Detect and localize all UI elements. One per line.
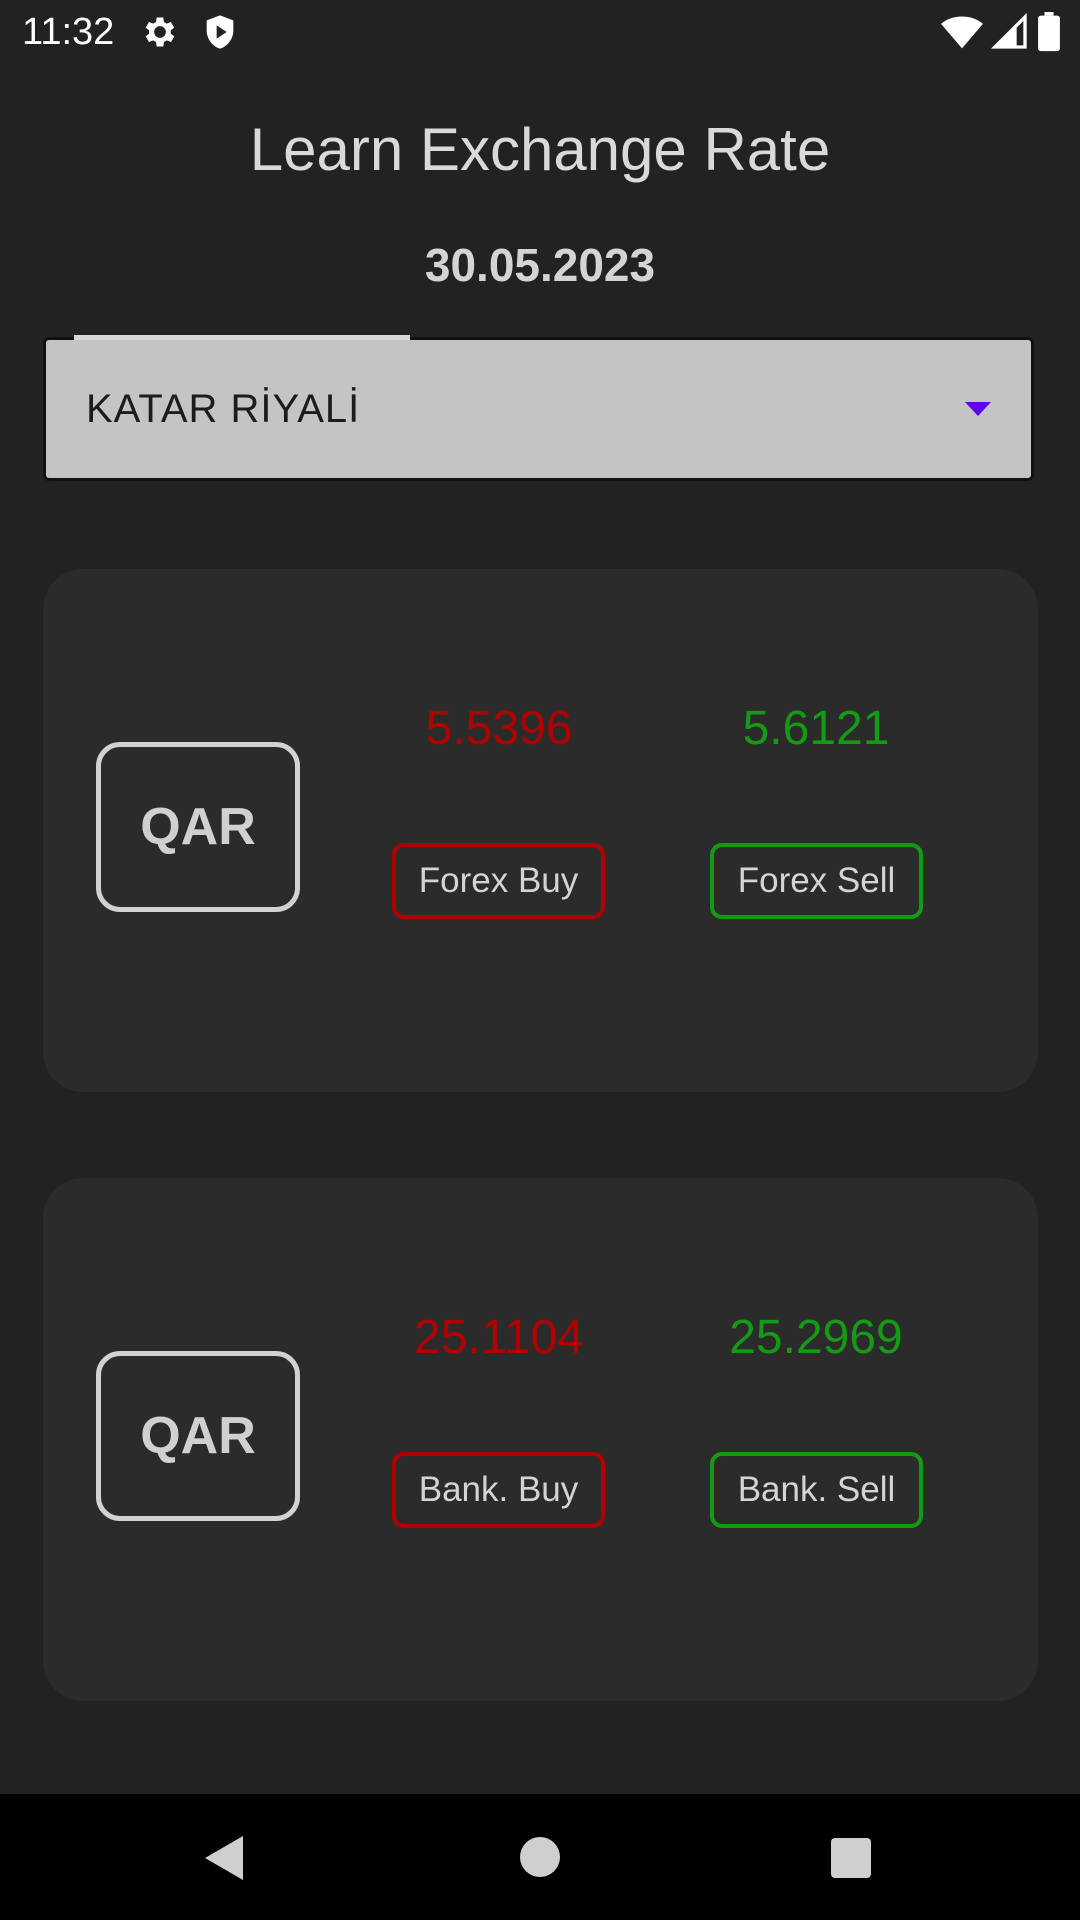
bank-sell-value: 25.2969 [729, 1311, 903, 1364]
status-bar: 11:32 [0, 0, 1080, 63]
back-icon[interactable] [205, 1836, 243, 1880]
wifi-icon [940, 12, 984, 52]
battery-icon [1036, 12, 1062, 52]
bank-currency-code: QAR [96, 1351, 300, 1521]
bank-buy-label: Bank. Buy [392, 1452, 605, 1528]
navigation-bar [0, 1794, 1080, 1920]
currency-dropdown-value: KATAR RİYALİ [86, 387, 361, 431]
forex-currency-code: QAR [96, 742, 300, 912]
recents-icon[interactable] [831, 1838, 871, 1878]
signal-icon [990, 12, 1030, 52]
home-icon[interactable] [520, 1837, 560, 1877]
currency-dropdown[interactable]: KATAR RİYALİ [43, 337, 1034, 481]
rate-date: 30.05.2023 [424, 239, 656, 291]
bank-rate-card: QAR 25.1104 25.2969 Bank. Buy Bank. Sell [43, 1178, 1038, 1701]
forex-buy-label: Forex Buy [392, 843, 605, 919]
gear-icon [140, 12, 180, 52]
forex-sell-label: Forex Sell [710, 843, 923, 919]
forex-rate-card: QAR 5.5396 5.6121 Forex Buy Forex Sell [43, 569, 1038, 1092]
shield-icon [200, 12, 240, 52]
bank-buy-value: 25.1104 [414, 1311, 584, 1364]
page-title: Learn Exchange Rate [249, 116, 831, 183]
forex-buy-value: 5.5396 [425, 702, 573, 755]
dropdown-focus-indicator [74, 335, 410, 340]
dropdown-arrow-icon [965, 402, 991, 416]
status-time: 11:32 [22, 11, 115, 53]
bank-sell-label: Bank. Sell [710, 1452, 923, 1528]
screen: 11:32 Learn Exchange Rate 30.05.2023 KAT… [0, 0, 1080, 1920]
forex-sell-value: 5.6121 [742, 702, 890, 755]
